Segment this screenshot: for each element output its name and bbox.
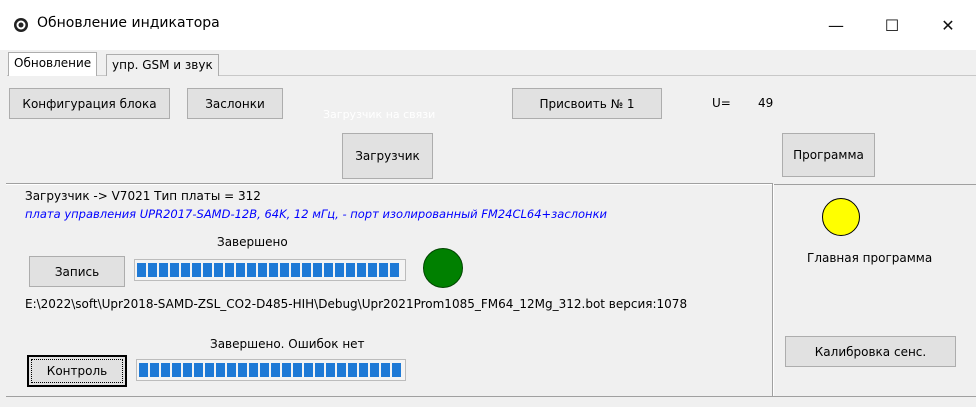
app-icon	[14, 18, 28, 32]
progress-segment	[304, 363, 313, 377]
main-program-label: Главная программа	[807, 251, 933, 265]
tab-gsm-sound[interactable]: упр. GSM и звук	[106, 54, 219, 76]
progress-segment	[159, 263, 168, 277]
progress-segment	[205, 363, 214, 377]
progress-segment	[271, 363, 280, 377]
progress-segment	[203, 263, 212, 277]
progress-segment	[337, 363, 346, 377]
progress-segment	[313, 263, 322, 277]
progress-segment	[150, 363, 159, 377]
loader-info: Загрузчик -> V7021 Тип платы = 312	[25, 189, 261, 203]
minimize-icon: —	[828, 15, 844, 35]
progress-segment	[379, 263, 388, 277]
progress-segment	[137, 263, 146, 277]
progress-segment	[282, 363, 291, 377]
section-divider	[772, 184, 773, 396]
block-config-button[interactable]: Конфигурация блока	[9, 88, 170, 119]
check-status: Завершено. Ошибок нет	[210, 337, 365, 351]
check-button[interactable]: Контроль	[27, 355, 127, 387]
status-indicator	[423, 248, 463, 288]
voltage-value: 49	[758, 96, 774, 110]
firmware-file-path: E:\2022\soft\Upr2018-SAMD-ZSL_CO2-D485-H…	[25, 297, 688, 311]
progress-segment	[194, 363, 203, 377]
progress-segment	[139, 363, 148, 377]
progress-segment	[370, 363, 379, 377]
progress-segment	[326, 363, 335, 377]
progress-segment	[291, 263, 300, 277]
maximize-icon: ☐	[884, 15, 900, 35]
progress-segment	[148, 263, 157, 277]
progress-segment	[335, 263, 344, 277]
dampers-button[interactable]: Заслонки	[187, 88, 283, 119]
progress-segment	[161, 363, 170, 377]
write-status: Завершено	[217, 235, 288, 249]
frame-divider	[774, 184, 976, 185]
progress-segment	[302, 263, 311, 277]
calibrate-sensor-button[interactable]: Калибровка сенс.	[785, 336, 956, 367]
minimize-button[interactable]: —	[808, 0, 864, 50]
progress-segment	[359, 363, 368, 377]
loader-status-text: Загрузчик на связи	[323, 108, 436, 121]
progress-segment	[392, 363, 401, 377]
progress-segment	[192, 263, 201, 277]
progress-segment	[381, 363, 390, 377]
check-progress-bar	[136, 359, 406, 381]
progress-segment	[227, 363, 236, 377]
main-program-indicator	[822, 198, 860, 236]
progress-segment	[346, 263, 355, 277]
program-button[interactable]: Программа	[782, 133, 875, 177]
progress-segment	[258, 263, 267, 277]
assign-number-button[interactable]: Присвоить № 1	[512, 88, 662, 119]
write-progress-bar	[134, 259, 406, 281]
progress-segment	[183, 363, 192, 377]
progress-segment	[390, 263, 399, 277]
progress-segment	[236, 263, 245, 277]
progress-segment	[280, 263, 289, 277]
progress-segment	[214, 263, 223, 277]
progress-segment	[170, 263, 179, 277]
voltage-label: U=	[712, 96, 731, 110]
progress-segment	[181, 263, 190, 277]
loader-button[interactable]: Загрузчик	[342, 133, 433, 179]
progress-segment	[172, 363, 181, 377]
progress-segment	[260, 363, 269, 377]
progress-segment	[315, 363, 324, 377]
progress-segment	[368, 263, 377, 277]
board-description: плата управления UPR2017-SAMD-12B, 64K, …	[25, 207, 607, 221]
progress-segment	[216, 363, 225, 377]
progress-segment	[238, 363, 247, 377]
maximize-button[interactable]: ☐	[864, 0, 920, 50]
progress-segment	[225, 263, 234, 277]
progress-segment	[249, 363, 258, 377]
progress-segment	[269, 263, 278, 277]
progress-segment	[348, 363, 357, 377]
progress-segment	[247, 263, 256, 277]
window-title: Обновление индикатора	[37, 15, 220, 31]
frame-bottom-divider	[6, 396, 976, 397]
close-icon: ✕	[941, 15, 955, 35]
close-button[interactable]: ✕	[920, 0, 976, 50]
tab-update[interactable]: Обновление	[8, 52, 98, 76]
progress-segment	[293, 363, 302, 377]
write-button[interactable]: Запись	[29, 256, 125, 287]
progress-segment	[324, 263, 333, 277]
progress-segment	[357, 263, 366, 277]
